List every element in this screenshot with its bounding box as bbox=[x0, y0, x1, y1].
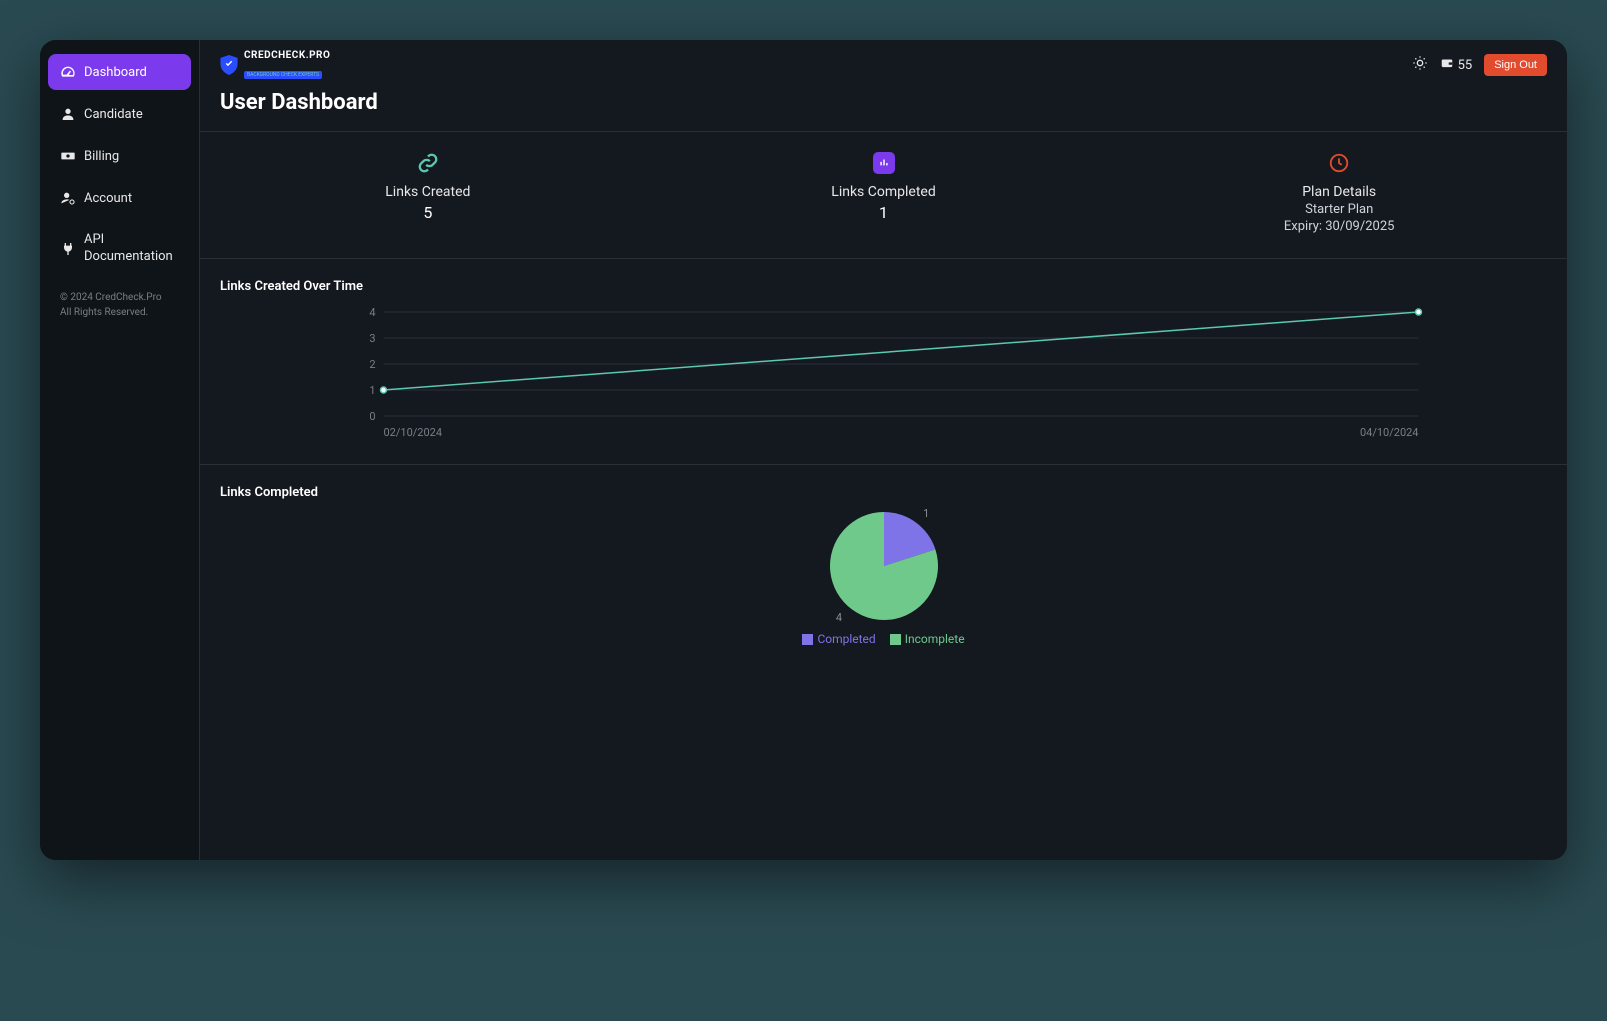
stats-row: Links Created 5 Links Completed 1 Plan D… bbox=[200, 131, 1567, 259]
sign-out-button[interactable]: Sign Out bbox=[1484, 54, 1547, 76]
copyright-line-2: All Rights Reserved. bbox=[60, 305, 179, 320]
sidebar-item-dashboard[interactable]: Dashboard bbox=[48, 54, 191, 90]
stat-label: Links Completed bbox=[666, 184, 1102, 200]
sidebar-item-label: Account bbox=[84, 191, 132, 206]
stat-value: 5 bbox=[210, 203, 646, 222]
plug-icon bbox=[60, 241, 76, 257]
line-chart-section: Links Created Over Time 0123402/10/20240… bbox=[200, 259, 1567, 465]
pie-chart-svg bbox=[828, 510, 940, 622]
svg-text:2: 2 bbox=[369, 358, 375, 371]
stat-plan-details: Plan Details Starter Plan Expiry: 30/09/… bbox=[1111, 132, 1567, 258]
money-icon bbox=[60, 148, 76, 164]
line-chart-title: Links Created Over Time bbox=[220, 279, 1547, 294]
sidebar-footer: © 2024 CredCheck.Pro All Rights Reserved… bbox=[48, 282, 191, 328]
svg-text:1: 1 bbox=[369, 384, 375, 397]
user-gear-icon bbox=[60, 190, 76, 206]
stat-value: 1 bbox=[666, 203, 1102, 222]
copyright-line-1: © 2024 CredCheck.Pro bbox=[60, 290, 179, 305]
svg-text:04/10/2024: 04/10/2024 bbox=[1360, 426, 1419, 439]
sidebar-item-label: Dashboard bbox=[84, 65, 147, 80]
gauge-icon bbox=[60, 64, 76, 80]
plan-name: Starter Plan bbox=[1121, 202, 1557, 217]
stat-links-created: Links Created 5 bbox=[200, 132, 656, 258]
svg-text:0: 0 bbox=[369, 410, 375, 423]
pie-slice-value: 4 bbox=[836, 611, 842, 624]
pie-slice-value: 1 bbox=[923, 507, 929, 520]
svg-text:3: 3 bbox=[369, 332, 375, 345]
sidebar-item-candidate[interactable]: Candidate bbox=[48, 96, 191, 132]
legend-item: Incomplete bbox=[890, 632, 965, 646]
topbar-right: 55 Sign Out bbox=[1412, 54, 1547, 76]
theme-toggle-icon[interactable] bbox=[1412, 55, 1428, 75]
shield-check-icon bbox=[220, 55, 238, 75]
svg-text:02/10/2024: 02/10/2024 bbox=[384, 426, 443, 439]
stat-label: Plan Details bbox=[1121, 184, 1557, 200]
legend-item: Completed bbox=[802, 632, 875, 646]
pie-chart-section: Links Completed 14 CompletedIncomplete bbox=[200, 465, 1567, 666]
sidebar: Dashboard Candidate Billing Account API … bbox=[40, 40, 200, 860]
legend-swatch bbox=[890, 634, 901, 645]
wallet-icon bbox=[1440, 56, 1454, 74]
sidebar-item-label: Candidate bbox=[84, 107, 143, 122]
brand: CREDCHECK.PRO BACKGROUND CHECK EXPERTS bbox=[220, 50, 330, 80]
sidebar-item-label: API Documentation bbox=[84, 232, 179, 266]
legend-label: Incomplete bbox=[905, 632, 965, 646]
main-content: CREDCHECK.PRO BACKGROUND CHECK EXPERTS 5… bbox=[200, 40, 1567, 860]
pie-chart-title: Links Completed bbox=[220, 485, 1547, 500]
app-frame: Dashboard Candidate Billing Account API … bbox=[40, 40, 1567, 860]
user-icon bbox=[60, 106, 76, 122]
legend-swatch bbox=[802, 634, 813, 645]
stat-label: Links Created bbox=[210, 184, 646, 200]
svg-text:4: 4 bbox=[369, 306, 375, 319]
bar-chart-icon bbox=[873, 152, 895, 174]
brand-name: CREDCHECK.PRO bbox=[244, 50, 330, 61]
clock-icon bbox=[1328, 152, 1350, 174]
link-icon bbox=[417, 152, 439, 174]
stat-links-completed: Links Completed 1 bbox=[656, 132, 1112, 258]
sidebar-item-label: Billing bbox=[84, 149, 119, 164]
topbar: CREDCHECK.PRO BACKGROUND CHECK EXPERTS 5… bbox=[200, 40, 1567, 90]
sidebar-item-billing[interactable]: Billing bbox=[48, 138, 191, 174]
credits-display: 55 bbox=[1440, 56, 1473, 74]
plan-expiry: Expiry: 30/09/2025 bbox=[1121, 219, 1557, 234]
line-chart: 0 1 2 3 4 02/10/2024 04/10/2024 bbox=[220, 304, 1547, 444]
brand-tagline: BACKGROUND CHECK EXPERTS bbox=[244, 71, 322, 79]
pie-chart: 14 bbox=[828, 510, 940, 622]
legend-label: Completed bbox=[817, 632, 875, 646]
sidebar-item-api-documentation[interactable]: API Documentation bbox=[48, 222, 191, 276]
credits-value: 55 bbox=[1458, 58, 1473, 73]
line-chart-svg: 0 1 2 3 4 02/10/2024 04/10/2024 bbox=[220, 304, 1547, 444]
sidebar-item-account[interactable]: Account bbox=[48, 180, 191, 216]
page-title: User Dashboard bbox=[200, 90, 1567, 131]
pie-legend: Completed Incomplete bbox=[802, 632, 964, 646]
pie-chart-wrap: 14 CompletedIncomplete bbox=[220, 510, 1547, 646]
